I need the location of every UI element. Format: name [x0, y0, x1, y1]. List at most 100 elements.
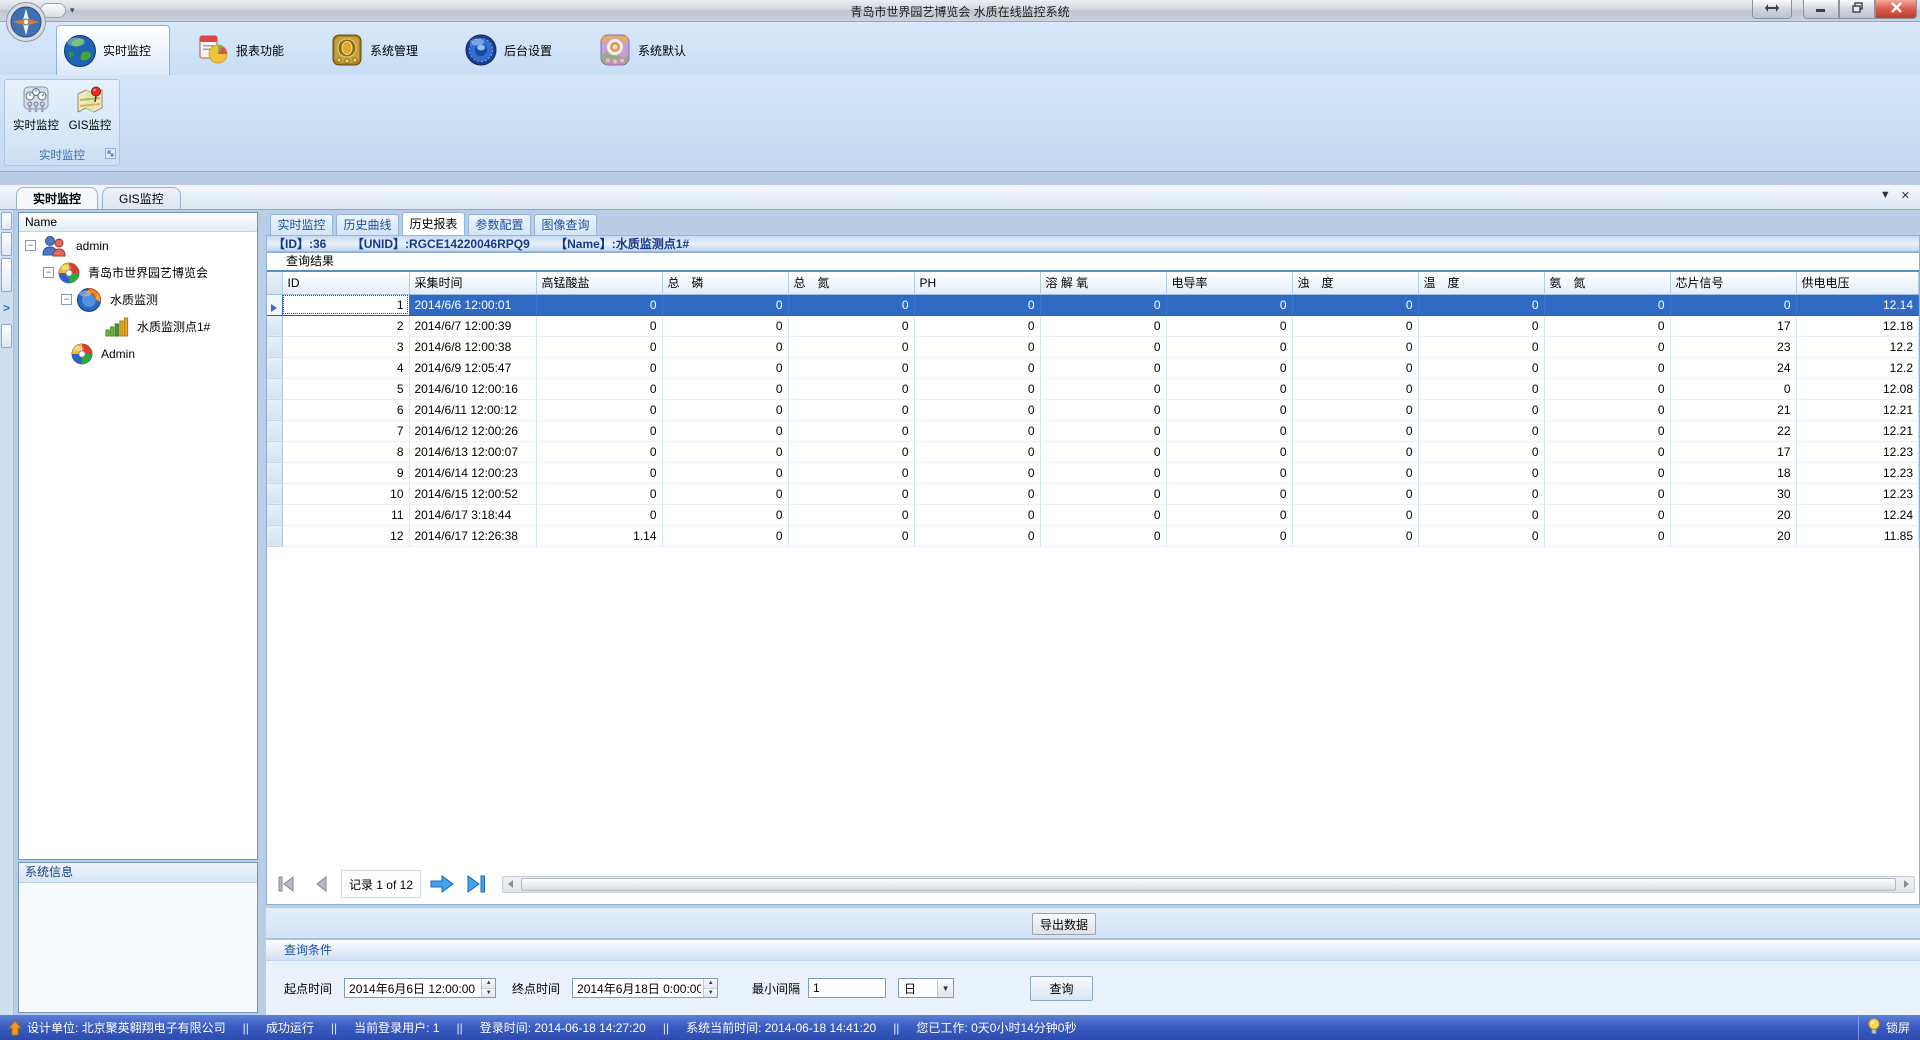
quick-access-dropdown-icon[interactable]: ▾	[70, 5, 75, 16]
previous-record-button[interactable]	[306, 869, 336, 899]
expand-panel-arrow[interactable]: >	[0, 294, 13, 322]
spin-up-icon[interactable]: ▲	[704, 979, 717, 988]
table-row[interactable]: 22014/6/7 12:00:390000000001712.18	[267, 315, 1919, 336]
content-tab-参数配置[interactable]: 参数配置	[468, 214, 531, 235]
scroll-left-icon[interactable]	[503, 877, 519, 892]
start-time-input[interactable]	[345, 980, 481, 996]
content-area: 实时监控历史曲线历史报表参数配置图像查询 【ID】:36 【UNID】:RGCE…	[266, 212, 1920, 1015]
ribbon-tab-报表功能[interactable]: 报表功能	[190, 25, 304, 75]
app-icon[interactable]	[5, 1, 47, 43]
content-tab-历史曲线[interactable]: 历史曲线	[336, 214, 399, 235]
table-row[interactable]: 12014/6/6 12:00:01000000000012.14	[267, 294, 1919, 315]
ribbon-tab-label: 实时监控	[103, 42, 151, 59]
dialog-launcher-icon[interactable]	[105, 148, 116, 162]
next-record-button[interactable]	[426, 869, 456, 899]
spin-down-icon[interactable]: ▼	[704, 988, 717, 998]
ribbon-button-GIS监控[interactable]: GIS监控	[63, 83, 117, 133]
column-header-总 磷[interactable]: 总 磷	[662, 271, 788, 294]
spin-up-icon[interactable]: ▲	[482, 979, 495, 988]
table-row[interactable]: 112014/6/17 3:18:440000000002012.24	[267, 504, 1919, 525]
tree-node-青岛市世界园艺博览会[interactable]: 青岛市世界园艺博览会	[19, 259, 257, 286]
close-button[interactable]	[1875, 0, 1917, 19]
cell: 0	[1418, 315, 1544, 336]
end-time-input[interactable]	[573, 980, 703, 996]
query-button[interactable]: 查询	[1030, 976, 1093, 1001]
column-header-供电电压[interactable]: 供电电压	[1796, 271, 1919, 294]
restore-button[interactable]	[1839, 0, 1875, 19]
row-indicator	[267, 483, 282, 504]
cell: 0	[1418, 525, 1544, 546]
signal-bars-icon	[105, 317, 129, 337]
column-header-高锰酸盐[interactable]: 高锰酸盐	[536, 271, 662, 294]
cell: 0	[536, 441, 662, 462]
column-header-浊 度[interactable]: 浊 度	[1292, 271, 1418, 294]
collapse-icon[interactable]	[25, 240, 36, 251]
table-row[interactable]: 82014/6/13 12:00:070000000001712.23	[267, 441, 1919, 462]
scroll-right-icon[interactable]	[1898, 877, 1914, 892]
strip-segment[interactable]	[1, 212, 12, 230]
column-header-氨 氮[interactable]: 氨 氮	[1544, 271, 1670, 294]
start-time-spinner[interactable]: ▲▼	[481, 979, 495, 997]
content-tab-历史报表[interactable]: 历史报表	[402, 212, 465, 235]
tree-node-水质监测[interactable]: 水质监测	[19, 286, 257, 313]
minimize-button[interactable]	[1803, 0, 1839, 19]
tree-node-水质监测点1#[interactable]: 水质监测点1#	[19, 313, 257, 340]
horizontal-scrollbar[interactable]	[502, 876, 1915, 893]
interval-unit-dropdown[interactable]: 日 ▼	[898, 978, 954, 998]
cell: 0	[914, 504, 1040, 525]
end-time-spinner[interactable]: ▲▼	[703, 979, 717, 997]
column-header-PH[interactable]: PH	[914, 271, 1040, 294]
title-bar: 青岛市世界园艺博览会 水质在线监控系统 ▾	[0, 0, 1920, 22]
strip-segment[interactable]	[1, 232, 12, 256]
end-time-field: ▲▼	[572, 978, 718, 998]
ribbon-button-实时监控[interactable]: 实时监控	[9, 83, 63, 133]
doc-tab-实时监控[interactable]: 实时监控	[16, 187, 98, 209]
table-row[interactable]: 102014/6/15 12:00:520000000003012.23	[267, 483, 1919, 504]
first-record-button[interactable]	[271, 869, 301, 899]
table-row[interactable]: 52014/6/10 12:00:16000000000012.08	[267, 378, 1919, 399]
column-header-采集时间[interactable]: 采集时间	[409, 271, 536, 294]
collapse-icon[interactable]	[61, 294, 72, 305]
table-row[interactable]: 42014/6/9 12:05:470000000002412.2	[267, 357, 1919, 378]
content-tab-图像查询[interactable]: 图像查询	[534, 214, 597, 235]
resize-button[interactable]	[1752, 0, 1792, 19]
content-tab-实时监控[interactable]: 实时监控	[270, 214, 333, 235]
tree-node-Admin[interactable]: Admin	[19, 340, 257, 367]
table-row[interactable]: 62014/6/11 12:00:120000000002112.21	[267, 399, 1919, 420]
strip-segment[interactable]	[1, 258, 12, 292]
column-header-溶 解 氧[interactable]: 溶 解 氧	[1040, 271, 1166, 294]
export-data-button[interactable]: 导出数据	[1032, 913, 1096, 935]
table-row[interactable]: 92014/6/14 12:00:230000000001812.23	[267, 462, 1919, 483]
table-row[interactable]: 122014/6/17 12:26:381.14000000002011.85	[267, 525, 1919, 546]
column-header-电导率[interactable]: 电导率	[1166, 271, 1292, 294]
column-header-ID[interactable]: ID	[282, 271, 409, 294]
min-interval-input[interactable]	[809, 980, 885, 996]
ribbon-tab-系统默认[interactable]: 系统默认	[592, 25, 706, 75]
doc-tab-GIS监控[interactable]: GIS监控	[102, 187, 181, 209]
dropdown-arrow-icon[interactable]: ▼	[937, 979, 953, 997]
tree-column-header[interactable]: Name	[19, 213, 257, 232]
ribbon-tab-系统管理[interactable]: 系统管理	[324, 25, 438, 75]
strip-segment[interactable]	[1, 324, 12, 348]
tab-list-dropdown-icon[interactable]: ▼	[1880, 189, 1891, 202]
tab-close-icon[interactable]: ✕	[1901, 189, 1910, 202]
ribbon-tab-实时监控[interactable]: 实时监控	[56, 25, 170, 75]
column-header-芯片信号[interactable]: 芯片信号	[1670, 271, 1796, 294]
tree-node-admin[interactable]: admin	[19, 232, 257, 259]
cell: 0	[1292, 441, 1418, 462]
scrollbar-thumb[interactable]	[521, 878, 1896, 891]
table-row[interactable]: 72014/6/12 12:00:260000000002212.21	[267, 420, 1919, 441]
cell: 20	[1670, 525, 1796, 546]
last-record-button[interactable]	[461, 869, 491, 899]
cell: 0	[536, 420, 662, 441]
spin-down-icon[interactable]: ▼	[482, 988, 495, 998]
grid-group-caption: 查询结果	[267, 253, 1919, 270]
earth-icon	[63, 34, 97, 68]
column-header-温 度[interactable]: 温 度	[1418, 271, 1544, 294]
lock-screen-button[interactable]: 锁屏	[1858, 1015, 1910, 1040]
column-header-总 氮[interactable]: 总 氮	[788, 271, 914, 294]
cell: 2014/6/12 12:00:26	[409, 420, 536, 441]
collapse-icon[interactable]	[43, 267, 54, 278]
table-row[interactable]: 32014/6/8 12:00:380000000002312.2	[267, 336, 1919, 357]
ribbon-tab-后台设置[interactable]: 后台设置	[458, 25, 572, 75]
